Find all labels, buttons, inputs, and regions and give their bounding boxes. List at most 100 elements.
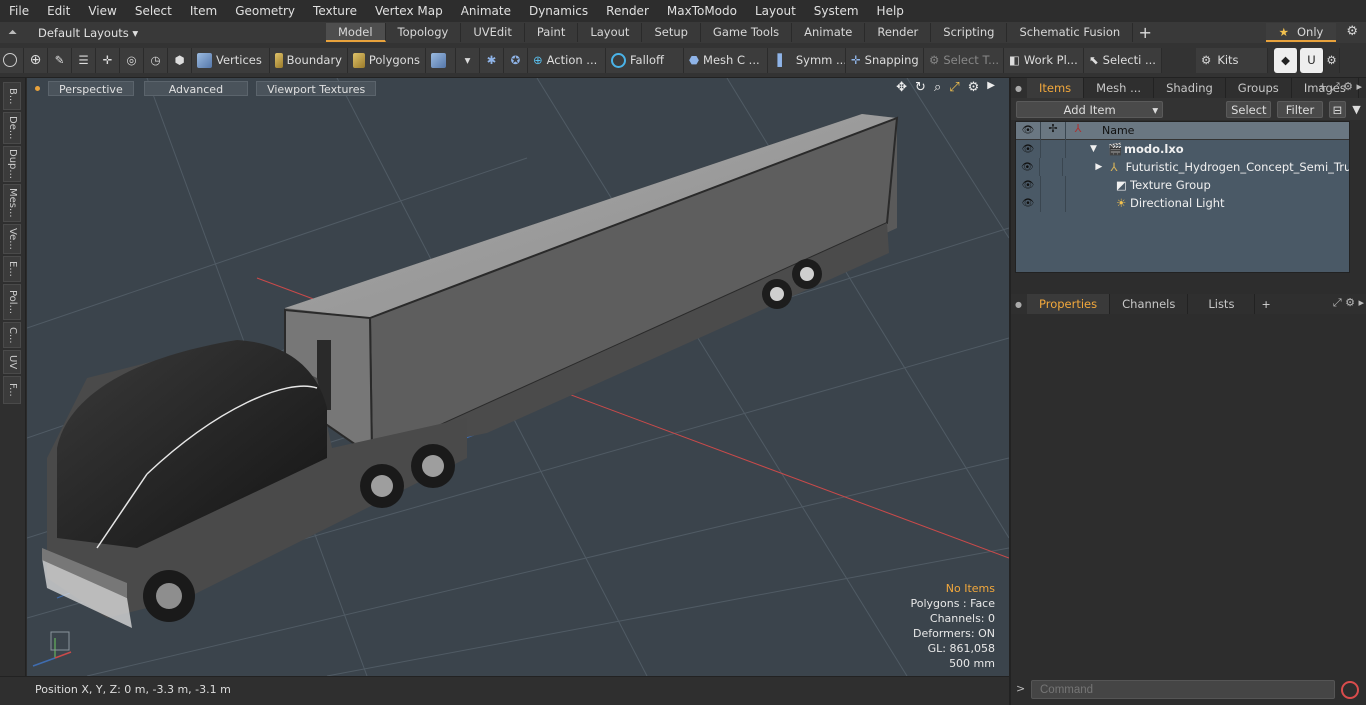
add-tab-icon[interactable]: + <box>1133 23 1157 42</box>
tab-paint[interactable]: Paint <box>525 23 579 42</box>
menu-render[interactable]: Render <box>597 0 658 22</box>
props-menu-dot-icon[interactable]: ● <box>1011 300 1027 309</box>
home-icon[interactable]: ⏶ <box>8 25 22 40</box>
rotate-view-icon[interactable]: ↻ <box>915 80 926 95</box>
panel-menu-dot-icon[interactable]: ● <box>1011 84 1027 93</box>
menu-item[interactable]: Item <box>181 0 226 22</box>
snapping-button[interactable]: ✛ Snapping <box>846 47 924 73</box>
tab-properties[interactable]: Properties <box>1027 294 1111 314</box>
menu-system[interactable]: System <box>805 0 868 22</box>
menu-help[interactable]: Help <box>868 0 913 22</box>
menu-view[interactable]: View <box>79 0 125 22</box>
viewport-settings-icon[interactable]: ⚙ <box>968 80 980 95</box>
tab-schematic-fusion[interactable]: Schematic Fusion <box>1007 23 1134 42</box>
item-mode-button[interactable] <box>426 47 456 73</box>
command-input[interactable] <box>1031 680 1335 699</box>
expand-arrow-icon[interactable]: ▶ <box>1095 162 1110 172</box>
perspective-button[interactable]: Perspective <box>48 80 134 96</box>
menu-layout[interactable]: Layout <box>746 0 805 22</box>
tab-game-tools[interactable]: Game Tools <box>701 23 793 42</box>
snap-b-button[interactable]: ✪ <box>504 47 528 73</box>
tab-scripting[interactable]: Scripting <box>931 23 1008 42</box>
kits-button[interactable]: ⚙ Kits <box>1196 47 1268 73</box>
snap-a-button[interactable]: ✱ <box>480 47 504 73</box>
target-button[interactable]: ◎ <box>120 47 144 73</box>
tree-row-scene[interactable]: 👁 ▼ 🎬 modo.lxo <box>1016 140 1349 158</box>
center-button[interactable]: ✛ <box>96 47 120 73</box>
visibility-toggle-icon[interactable]: 👁 <box>1016 180 1040 191</box>
props-options-icon[interactable]: ⤢ ⚙ ▸ <box>1333 296 1364 310</box>
tab-uvedit[interactable]: UVEdit <box>461 23 525 42</box>
timer-button[interactable]: ◷ <box>144 47 168 73</box>
viewport-expand-icon[interactable]: ▶ <box>987 80 995 95</box>
menu-edit[interactable]: Edit <box>38 0 79 22</box>
mesh-constraints-button[interactable]: ⬣ Mesh C ... <box>684 47 768 73</box>
select-through-button[interactable]: ⚙ Select T... <box>924 47 1004 73</box>
tab-groups[interactable]: Groups <box>1226 78 1292 98</box>
vtab-edge[interactable]: E... <box>3 256 21 282</box>
expand-arrow-icon[interactable]: ▼ <box>1090 144 1108 154</box>
vertices-button[interactable]: Vertices <box>192 47 270 73</box>
tab-lists[interactable]: Lists <box>1188 294 1256 314</box>
tree-row-texture-group[interactable]: 👁 ◩ Texture Group <box>1016 176 1349 194</box>
vtab-curve[interactable]: C... <box>3 322 21 348</box>
add-props-tab-icon[interactable]: + <box>1255 298 1270 311</box>
panel-options-icon[interactable]: + ⤢ ⚙ ▸ <box>1318 80 1362 94</box>
tab-layout[interactable]: Layout <box>578 23 643 42</box>
tab-animate[interactable]: Animate <box>792 23 866 42</box>
maximize-view-icon[interactable]: ⤢ <box>949 80 959 95</box>
menu-select[interactable]: Select <box>126 0 181 22</box>
tab-channels[interactable]: Channels <box>1110 294 1189 314</box>
boundary-button[interactable]: Boundary <box>270 47 348 73</box>
symmetry-button[interactable]: ▐ Symm ... <box>768 47 846 73</box>
tab-render[interactable]: Render <box>865 23 932 42</box>
vtab-uv[interactable]: UV <box>3 350 21 374</box>
vtab-basic[interactable]: B... <box>3 82 21 110</box>
mode-dropdown-button[interactable]: ▾ <box>456 47 480 73</box>
align-button[interactable]: ☰ <box>72 47 96 73</box>
falloff-button[interactable]: Falloff <box>606 47 684 73</box>
3d-viewport[interactable]: Perspective Advanced Viewport Textures ✥… <box>27 78 1009 676</box>
select-button[interactable]: Select <box>1226 100 1272 118</box>
move-view-icon[interactable]: ✥ <box>896 80 907 95</box>
selection-sets-button[interactable]: ⬉ Selecti ... <box>1084 47 1162 73</box>
menu-dynamics[interactable]: Dynamics <box>520 0 597 22</box>
tab-shading[interactable]: Shading <box>1154 78 1226 98</box>
viewport-menu-dot-icon[interactable] <box>35 85 40 91</box>
vtab-fusion[interactable]: F... <box>3 376 21 404</box>
advanced-button[interactable]: Advanced <box>143 80 249 96</box>
funnel-icon[interactable]: ▼ <box>1352 103 1366 116</box>
work-plane-button[interactable]: ◧ Work Pl... <box>1004 47 1084 73</box>
unreal-button[interactable]: U <box>1300 47 1324 73</box>
zoom-view-icon[interactable]: ⌕ <box>934 80 941 95</box>
vtab-deform[interactable]: De... <box>3 112 21 144</box>
shield-button[interactable]: ⬢ <box>168 47 192 73</box>
menu-texture[interactable]: Texture <box>304 0 366 22</box>
viewport-textures-button[interactable]: Viewport Textures <box>256 80 377 96</box>
visibility-toggle-icon[interactable]: 👁 <box>1016 144 1040 155</box>
tab-topology[interactable]: Topology <box>386 23 462 42</box>
menu-vertex-map[interactable]: Vertex Map <box>366 0 452 22</box>
globe-button[interactable]: ⊕ <box>24 47 48 73</box>
toolbar-settings-button[interactable]: ⚙ <box>1324 47 1340 73</box>
name-column-header[interactable]: Name <box>1102 124 1134 137</box>
menu-geometry[interactable]: Geometry <box>226 0 304 22</box>
tab-mesh-ops[interactable]: Mesh ... <box>1084 78 1155 98</box>
polygons-button[interactable]: Polygons <box>348 47 426 73</box>
tree-row-directional-light[interactable]: 👁 ☀ Directional Light <box>1016 194 1349 212</box>
menu-maxtomodo[interactable]: MaxToModo <box>658 0 746 22</box>
collapse-button[interactable]: ⊟ <box>1328 100 1347 118</box>
tab-items[interactable]: Items <box>1027 78 1085 98</box>
vtab-mesh-edit[interactable]: Mes... <box>3 184 21 222</box>
unity-button[interactable]: ◆ <box>1274 47 1298 73</box>
gear-icon[interactable]: ⚙ <box>1346 24 1358 39</box>
brush-button[interactable]: ✎ <box>48 47 72 73</box>
tab-model[interactable]: Model <box>326 23 386 42</box>
action-center-button[interactable]: ⊕ Action ... <box>528 47 606 73</box>
tree-row-mesh[interactable]: 👁 ▶ ⅄ Futuristic_Hydrogen_Concept_Semi_T… <box>1016 158 1349 176</box>
vtab-vertex[interactable]: Ve... <box>3 224 21 254</box>
select-mode-button[interactable] <box>0 47 24 73</box>
menu-file[interactable]: File <box>0 0 38 22</box>
record-macro-icon[interactable] <box>1341 681 1359 699</box>
visibility-toggle-icon[interactable]: 👁 <box>1016 198 1040 209</box>
